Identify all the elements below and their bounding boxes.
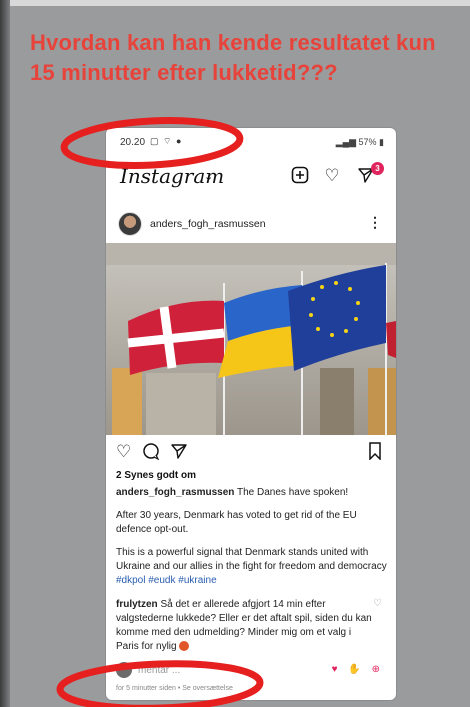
comment-like-icon[interactable]: ♡ xyxy=(373,598,382,609)
angry-emoji-icon xyxy=(179,641,190,652)
caption-lead: The Danes have spoken! xyxy=(237,487,349,498)
status-right-group: ▂▄▆ 57% ▮ xyxy=(336,137,384,148)
balcony xyxy=(146,373,216,435)
frame-left-edge xyxy=(0,0,10,707)
add-comment-row: mentar ... ♥ ✋ ⊕ xyxy=(106,658,396,682)
post-caption: anders_fogh_rasmussen The Danes have spo… xyxy=(116,486,388,597)
instagram-top-bar: Instagram ⌄ ♡ 3 xyxy=(106,160,396,190)
like-heart-icon[interactable]: ♡ xyxy=(116,442,131,462)
signal-icon: ▂▄▆ xyxy=(335,137,356,147)
frame-top-edge xyxy=(0,0,470,6)
caption-paragraph-3-text: This is a powerful signal that Denmark s… xyxy=(116,547,387,572)
likes-count[interactable]: 2 Synes godt om xyxy=(116,470,196,481)
status-time: 20.20 xyxy=(120,137,146,148)
caption-username[interactable]: anders_fogh_rasmussen xyxy=(116,487,234,498)
notification-badge: 3 xyxy=(371,162,384,175)
caption-paragraph-2: After 30 years, Denmark has voted to get… xyxy=(116,510,357,535)
bookmark-icon[interactable] xyxy=(368,442,382,465)
more-options-icon[interactable]: ⋮ xyxy=(368,214,382,231)
caption-paragraph-3: This is a powerful signal that Denmark s… xyxy=(116,546,388,588)
caption-first-line: anders_fogh_rasmussen The Danes have spo… xyxy=(116,486,388,500)
window-far-right xyxy=(368,368,396,435)
post-actions: ♡ xyxy=(106,440,396,464)
share-icon[interactable] xyxy=(170,442,188,465)
status-notification-icons: ▢ ⌔ ● xyxy=(150,136,183,146)
battery-level: 57% xyxy=(358,137,377,147)
phone-screenshot: 20.20 ▢ ⌔ ● ▂▄▆ 57% ▮ Instagram ⌄ ♡ 3 an… xyxy=(106,128,396,700)
building-cornice xyxy=(106,243,396,265)
add-comment-input[interactable]: mentar ... xyxy=(138,665,180,676)
heart-icon[interactable]: ♡ xyxy=(322,166,342,186)
quick-reaction-icons[interactable]: ♥ ✋ ⊕ xyxy=(332,664,384,675)
headline-text: Hvordan kan han kende resultatet kun 15 … xyxy=(30,30,436,85)
caption-hashtags[interactable]: #dkpol #eudk #ukraine xyxy=(116,575,217,586)
window-right xyxy=(320,368,354,435)
comment-username[interactable]: frulytzen xyxy=(116,599,158,610)
post-username[interactable]: anders_fogh_rasmussen xyxy=(150,218,266,230)
status-bar: 20.20 ▢ ⌔ ● ▂▄▆ 57% ▮ xyxy=(106,128,396,154)
chevron-down-icon[interactable]: ⌄ xyxy=(204,170,213,183)
post-photo[interactable] xyxy=(106,243,396,435)
battery-icon: ▮ xyxy=(379,137,384,147)
window-left xyxy=(112,368,142,435)
comment: frulytzen Så det er allerede afgjort 14 … xyxy=(116,598,374,654)
viewer-avatar xyxy=(116,662,132,678)
post-timestamp: for 5 minutter siden • Se oversættelse xyxy=(116,685,233,692)
add-post-icon[interactable] xyxy=(290,166,310,186)
post-header: anders_fogh_rasmussen ⋮ xyxy=(106,210,396,240)
avatar[interactable] xyxy=(118,212,142,236)
comment-icon[interactable] xyxy=(142,442,160,465)
